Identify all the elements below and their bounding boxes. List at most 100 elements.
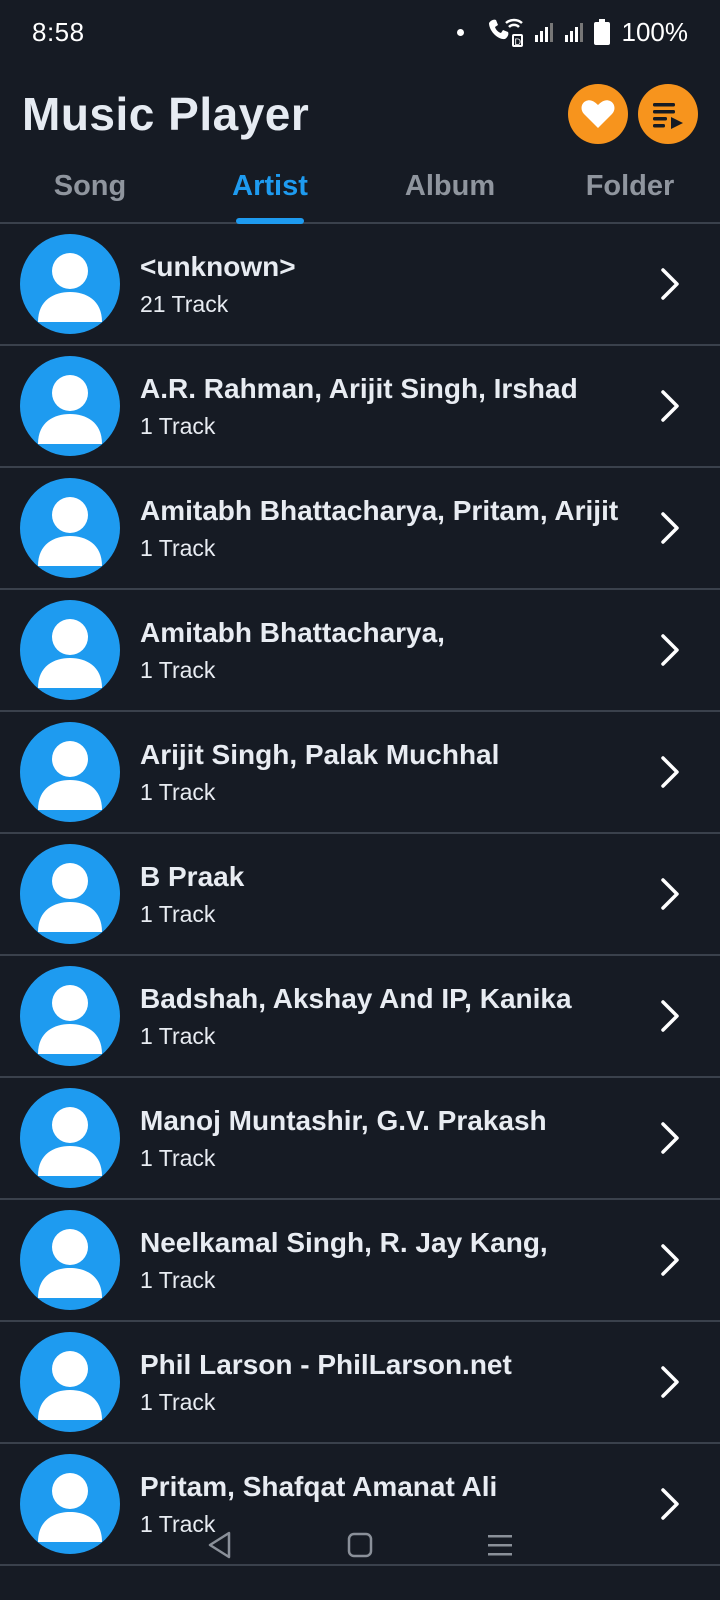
artist-info: Badshah, Akshay And IP, Kanika 1 Track	[140, 981, 642, 1051]
artist-name: Manoj Muntashir, G.V. Prakash	[140, 1105, 547, 1136]
artist-name: <unknown>	[140, 251, 296, 282]
list-item[interactable]: Neelkamal Singh, R. Jay Kang, 1 Track	[0, 1200, 720, 1322]
page-title: Music Player	[22, 88, 310, 140]
list-item[interactable]: Phil Larson - PhilLarson.net 1 Track	[0, 1322, 720, 1444]
person-icon	[38, 1351, 102, 1420]
person-icon	[38, 741, 102, 810]
home-square-icon	[347, 1532, 373, 1558]
chevron-right-icon	[642, 267, 698, 301]
person-icon	[38, 253, 102, 322]
nav-home-button[interactable]	[345, 1530, 375, 1560]
nav-back-button[interactable]	[205, 1530, 235, 1560]
track-count: 1 Track	[140, 1023, 216, 1049]
signal-1-icon	[534, 23, 553, 42]
chevron-right-icon	[642, 877, 698, 911]
artist-info: A.R. Rahman, Arijit Singh, Irshad 1 Trac…	[140, 371, 642, 441]
tab-bar: Song Artist Album Folder	[0, 150, 720, 224]
avatar	[20, 1332, 120, 1432]
battery-percent: 100%	[621, 16, 689, 47]
avatar	[20, 722, 120, 822]
person-icon	[38, 1229, 102, 1298]
person-icon	[38, 375, 102, 444]
artist-name: Arijit Singh, Palak Muchhal	[140, 739, 500, 770]
track-count: 1 Track	[140, 779, 216, 805]
artist-name: B Praak	[140, 861, 245, 892]
chevron-right-icon	[642, 999, 698, 1033]
tab-folder[interactable]: Folder	[540, 150, 720, 222]
chevron-right-icon	[642, 1487, 698, 1521]
list-item[interactable]: B Praak 1 Track	[0, 834, 720, 956]
avatar	[20, 1210, 120, 1310]
tab-song[interactable]: Song	[0, 150, 180, 222]
list-item[interactable]: Arijit Singh, Palak Muchhal 1 Track	[0, 712, 720, 834]
chevron-right-icon	[642, 755, 698, 789]
app-header: Music Player	[0, 64, 720, 164]
person-icon	[38, 619, 102, 688]
artist-info: Neelkamal Singh, R. Jay Kang, 1 Track	[140, 1225, 642, 1295]
music-player-screen: 8:58 D 100% Music Player Song Artist Alb…	[0, 0, 720, 1600]
status-time: 8:58	[32, 16, 85, 47]
avatar	[20, 1088, 120, 1188]
artist-name: Amitabh Bhattacharya,	[140, 617, 445, 648]
chevron-right-icon	[642, 1121, 698, 1155]
artist-info: <unknown> 21 Track	[140, 249, 642, 319]
chevron-right-icon	[642, 1365, 698, 1399]
tab-artist[interactable]: Artist	[180, 150, 360, 222]
system-nav-bar	[0, 1530, 720, 1600]
playlist-play-icon	[653, 103, 683, 129]
chevron-right-icon	[642, 389, 698, 423]
artist-info: Pritam, Shafqat Amanat Ali 1 Track	[140, 1469, 642, 1539]
heart-icon	[581, 100, 615, 128]
person-icon	[38, 863, 102, 932]
artist-name: Amitabh Bhattacharya, Pritam, Arijit	[140, 495, 619, 526]
avatar	[20, 600, 120, 700]
notification-dot-icon	[456, 28, 464, 36]
chevron-right-icon	[642, 633, 698, 667]
playlist-button[interactable]	[638, 84, 698, 144]
avatar	[20, 234, 120, 334]
artist-name: Phil Larson - PhilLarson.net	[140, 1349, 512, 1380]
list-item[interactable]: Amitabh Bhattacharya, 1 Track	[0, 590, 720, 712]
artist-info: Phil Larson - PhilLarson.net 1 Track	[140, 1347, 642, 1417]
track-count: 1 Track	[140, 1389, 216, 1415]
wifi-call-icon: D	[488, 18, 523, 47]
chevron-right-icon	[642, 1243, 698, 1277]
track-count: 1 Track	[140, 901, 216, 927]
tab-album[interactable]: Album	[360, 150, 540, 222]
artist-list: <unknown> 21 Track A.R. Rahman, Arijit S…	[0, 224, 720, 1566]
track-count: 1 Track	[140, 657, 216, 683]
track-count: 1 Track	[140, 413, 216, 439]
person-icon	[38, 497, 102, 566]
track-count: 1 Track	[140, 1267, 216, 1293]
person-icon	[38, 985, 102, 1054]
person-icon	[38, 1107, 102, 1176]
status-icons: D 100%	[456, 16, 689, 48]
artist-name: Neelkamal Singh, R. Jay Kang,	[140, 1227, 548, 1258]
back-triangle-icon	[208, 1531, 231, 1559]
chevron-right-icon	[642, 511, 698, 545]
list-item[interactable]: Badshah, Akshay And IP, Kanika 1 Track	[0, 956, 720, 1078]
signal-2-icon	[564, 23, 583, 42]
artist-name: Pritam, Shafqat Amanat Ali	[140, 1471, 498, 1502]
avatar	[20, 844, 120, 944]
artist-info: Arijit Singh, Palak Muchhal 1 Track	[140, 737, 642, 807]
track-count: 21 Track	[140, 291, 229, 317]
artist-info: B Praak 1 Track	[140, 859, 642, 929]
list-item[interactable]: Amitabh Bhattacharya, Pritam, Arijit 1 T…	[0, 468, 720, 590]
avatar	[20, 356, 120, 456]
list-item[interactable]: Manoj Muntashir, G.V. Prakash 1 Track	[0, 1078, 720, 1200]
track-count: 1 Track	[140, 1145, 216, 1171]
artist-name: Badshah, Akshay And IP, Kanika	[140, 983, 572, 1014]
avatar	[20, 478, 120, 578]
list-item[interactable]: <unknown> 21 Track	[0, 224, 720, 346]
track-count: 1 Track	[140, 535, 216, 561]
favorites-button[interactable]	[568, 84, 628, 144]
status-bar: 8:58 D 100%	[0, 0, 720, 64]
artist-info: Manoj Muntashir, G.V. Prakash 1 Track	[140, 1103, 642, 1173]
nav-recents-button[interactable]	[485, 1530, 515, 1560]
avatar	[20, 966, 120, 1066]
svg-text:D: D	[514, 37, 521, 47]
artist-info: Amitabh Bhattacharya, Pritam, Arijit 1 T…	[140, 493, 642, 563]
artist-info: Amitabh Bhattacharya, 1 Track	[140, 615, 642, 685]
list-item[interactable]: A.R. Rahman, Arijit Singh, Irshad 1 Trac…	[0, 346, 720, 468]
